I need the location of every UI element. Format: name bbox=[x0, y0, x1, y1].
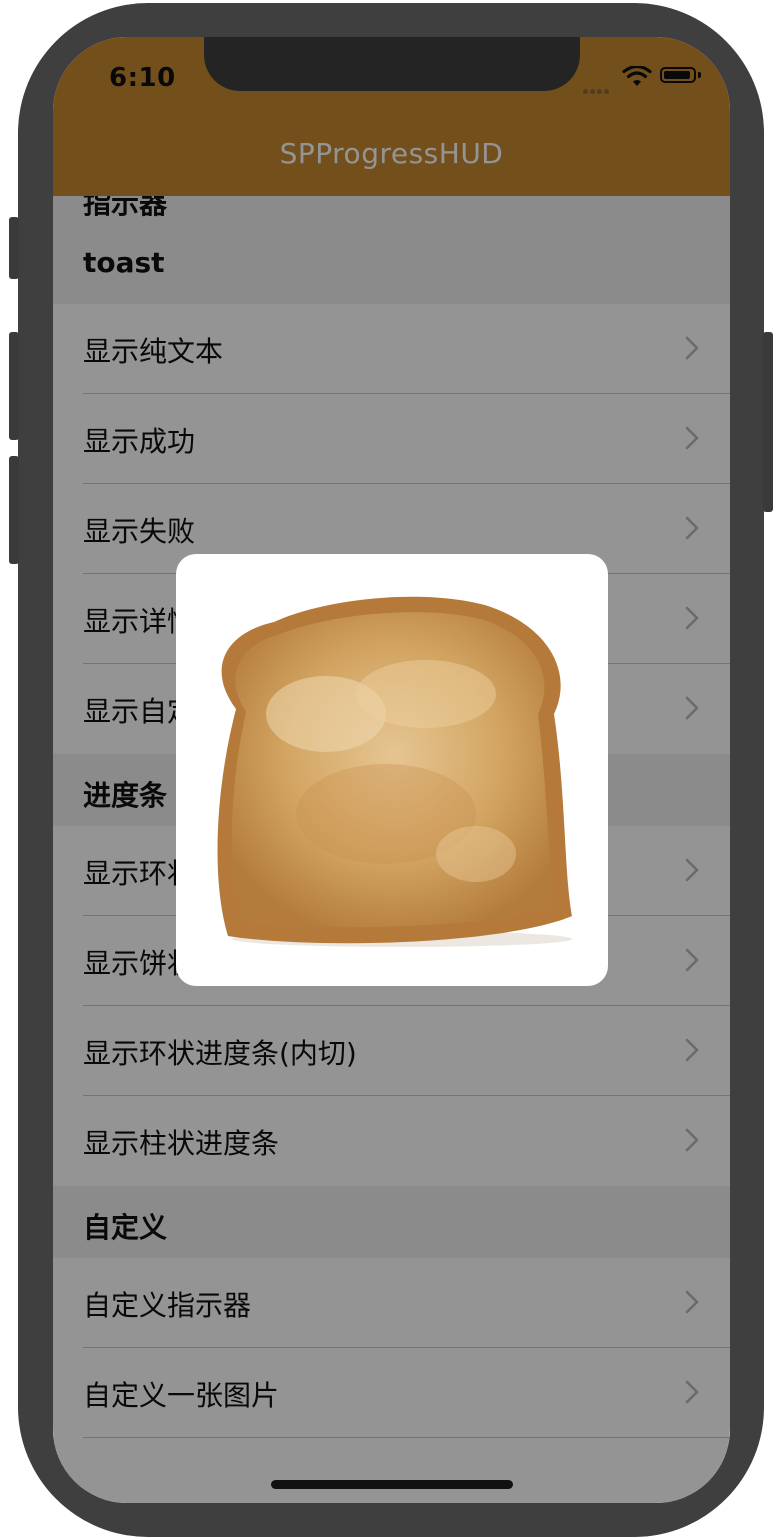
volume-down-button bbox=[9, 456, 19, 564]
hud-popup bbox=[176, 554, 608, 986]
volume-up-button bbox=[9, 332, 19, 440]
silent-switch bbox=[9, 217, 19, 279]
home-indicator[interactable] bbox=[271, 1480, 513, 1489]
toast-bread-image bbox=[217, 596, 572, 947]
power-button bbox=[763, 332, 773, 512]
screen: 6:10 SPProgressHUD 指示器 toast 显示纯文本 显示成功 bbox=[53, 37, 730, 1503]
